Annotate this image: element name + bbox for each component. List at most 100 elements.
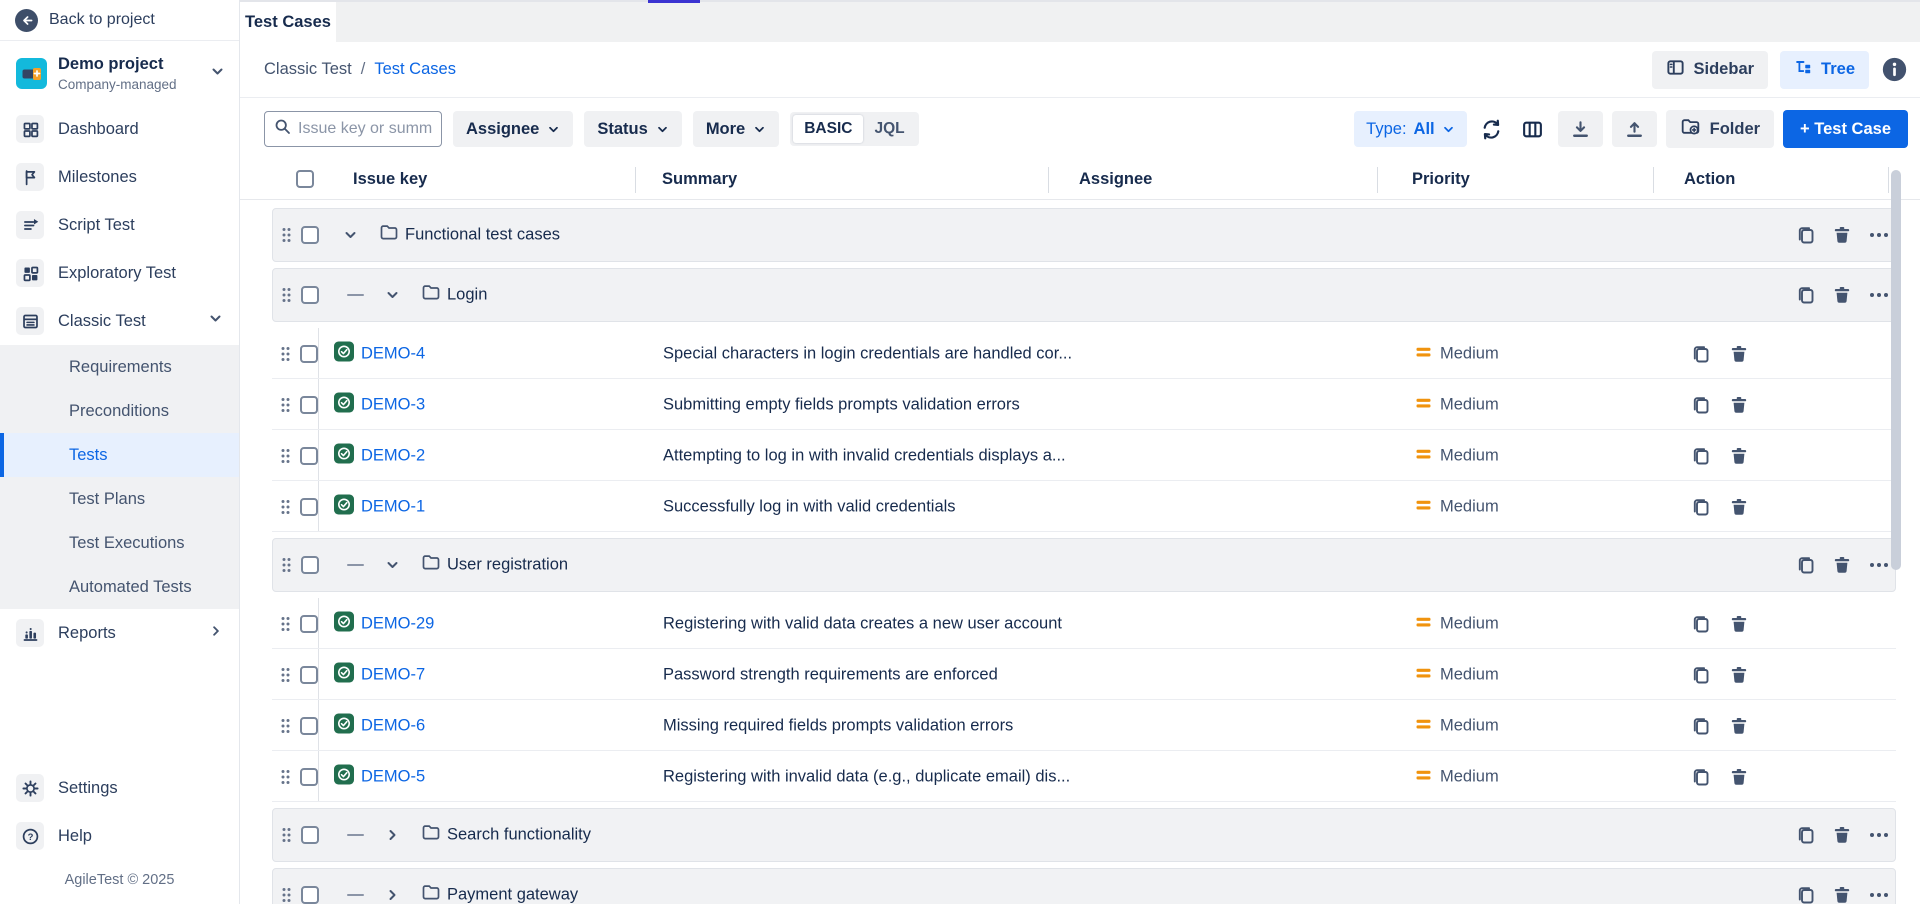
- column-divider[interactable]: [1653, 167, 1654, 193]
- columns-button[interactable]: [1517, 112, 1549, 146]
- row-checkbox[interactable]: [300, 615, 318, 633]
- expand-chevron-icon[interactable]: [385, 828, 400, 843]
- more-filter-dropdown[interactable]: More: [693, 111, 779, 147]
- project-switcher[interactable]: Demo project Company-managed: [0, 41, 239, 105]
- sidebar-item-requirements[interactable]: Requirements: [0, 345, 239, 389]
- copy-icon[interactable]: [1690, 766, 1712, 788]
- expand-chevron-icon[interactable]: [385, 558, 400, 573]
- trash-icon[interactable]: [1728, 664, 1750, 686]
- expand-chevron-icon[interactable]: [385, 888, 400, 903]
- row-checkbox[interactable]: [300, 666, 318, 684]
- trash-icon[interactable]: [1831, 284, 1853, 306]
- breadcrumb-parent[interactable]: Classic Test: [264, 60, 352, 79]
- column-divider[interactable]: [1888, 167, 1889, 193]
- copy-icon[interactable]: [1690, 613, 1712, 635]
- sidebar-item-tests[interactable]: Tests: [0, 433, 239, 477]
- copy-icon[interactable]: [1795, 554, 1817, 576]
- sidebar-item-reports[interactable]: Reports: [0, 609, 239, 657]
- drag-handle-icon[interactable]: [281, 887, 292, 904]
- jql-mode-button[interactable]: JQL: [863, 115, 915, 143]
- copy-icon[interactable]: [1690, 343, 1712, 365]
- more-ellipsis-icon[interactable]: [1867, 824, 1891, 846]
- sidebar-toggle-button[interactable]: Sidebar: [1652, 51, 1769, 89]
- drag-handle-icon[interactable]: [280, 768, 291, 785]
- copy-icon[interactable]: [1690, 496, 1712, 518]
- row-checkbox[interactable]: [301, 826, 319, 844]
- row-checkbox[interactable]: [300, 498, 318, 516]
- sidebar-item-dashboard[interactable]: Dashboard: [0, 105, 239, 153]
- drag-handle-icon[interactable]: [280, 498, 291, 515]
- tree-view-button[interactable]: Tree: [1780, 51, 1869, 89]
- drag-handle-icon[interactable]: [280, 717, 291, 734]
- issue-key-link[interactable]: DEMO-5: [361, 767, 425, 786]
- info-button[interactable]: [1881, 56, 1908, 83]
- assignee-filter-dropdown[interactable]: Assignee: [453, 111, 573, 147]
- issue-key-link[interactable]: DEMO-3: [361, 395, 425, 414]
- drag-handle-icon[interactable]: [281, 287, 292, 304]
- row-checkbox[interactable]: [300, 717, 318, 735]
- drag-handle-icon[interactable]: [281, 557, 292, 574]
- trash-icon[interactable]: [1728, 613, 1750, 635]
- folder-row[interactable]: Functional test cases: [272, 208, 1896, 262]
- vertical-scrollbar[interactable]: [1891, 170, 1901, 570]
- trash-icon[interactable]: [1728, 343, 1750, 365]
- folder-row[interactable]: Login: [272, 268, 1896, 322]
- column-divider[interactable]: [1048, 167, 1049, 193]
- sidebar-item-exploratory-test[interactable]: Exploratory Test: [0, 249, 239, 297]
- basic-mode-button[interactable]: BASIC: [793, 115, 863, 143]
- expand-chevron-icon[interactable]: [385, 288, 400, 303]
- trash-icon[interactable]: [1831, 884, 1853, 904]
- trash-icon[interactable]: [1728, 445, 1750, 467]
- issue-key-link[interactable]: DEMO-1: [361, 497, 425, 516]
- sidebar-item-milestones[interactable]: Milestones: [0, 153, 239, 201]
- row-checkbox[interactable]: [301, 886, 319, 904]
- sidebar-item-classic-test[interactable]: Classic Test: [0, 297, 239, 345]
- copy-icon[interactable]: [1795, 224, 1817, 246]
- row-checkbox[interactable]: [300, 768, 318, 786]
- search-input[interactable]: [298, 120, 432, 138]
- row-checkbox[interactable]: [301, 556, 319, 574]
- add-test-case-button[interactable]: + Test Case: [1783, 110, 1908, 148]
- trash-icon[interactable]: [1728, 766, 1750, 788]
- drag-handle-icon[interactable]: [280, 345, 291, 362]
- trash-icon[interactable]: [1728, 715, 1750, 737]
- issue-key-link[interactable]: DEMO-4: [361, 344, 425, 363]
- import-download-button[interactable]: [1558, 111, 1603, 147]
- copy-icon[interactable]: [1795, 824, 1817, 846]
- trash-icon[interactable]: [1728, 394, 1750, 416]
- more-ellipsis-icon[interactable]: [1867, 554, 1891, 576]
- more-ellipsis-icon[interactable]: [1867, 224, 1891, 246]
- issue-key-link[interactable]: DEMO-29: [361, 614, 434, 633]
- sidebar-item-preconditions[interactable]: Preconditions: [0, 389, 239, 433]
- issue-key-link[interactable]: DEMO-7: [361, 665, 425, 684]
- sidebar-item-settings[interactable]: Settings: [0, 764, 239, 812]
- sidebar-item-script-test[interactable]: Script Test: [0, 201, 239, 249]
- row-checkbox[interactable]: [300, 396, 318, 414]
- drag-handle-icon[interactable]: [280, 666, 291, 683]
- copy-icon[interactable]: [1795, 284, 1817, 306]
- row-checkbox[interactable]: [300, 345, 318, 363]
- trash-icon[interactable]: [1831, 824, 1853, 846]
- add-folder-button[interactable]: Folder: [1666, 110, 1774, 148]
- more-ellipsis-icon[interactable]: [1867, 284, 1891, 306]
- row-checkbox[interactable]: [301, 226, 319, 244]
- copy-icon[interactable]: [1690, 715, 1712, 737]
- column-divider[interactable]: [635, 167, 636, 193]
- more-ellipsis-icon[interactable]: [1867, 884, 1891, 904]
- row-checkbox[interactable]: [301, 286, 319, 304]
- copy-icon[interactable]: [1690, 445, 1712, 467]
- drag-handle-icon[interactable]: [281, 227, 292, 244]
- expand-chevron-icon[interactable]: [343, 228, 358, 243]
- column-divider[interactable]: [1377, 167, 1378, 193]
- breadcrumb-current[interactable]: Test Cases: [374, 60, 456, 79]
- copy-icon[interactable]: [1690, 664, 1712, 686]
- copy-icon[interactable]: [1795, 884, 1817, 904]
- sidebar-item-automated-tests[interactable]: Automated Tests: [0, 565, 239, 609]
- trash-icon[interactable]: [1831, 554, 1853, 576]
- folder-row[interactable]: Search functionality: [272, 808, 1896, 862]
- select-all-checkbox[interactable]: [296, 170, 314, 188]
- export-upload-button[interactable]: [1612, 111, 1657, 147]
- sidebar-item-help[interactable]: ? Help: [0, 812, 239, 860]
- folder-row[interactable]: Payment gateway: [272, 868, 1896, 904]
- type-filter-dropdown[interactable]: Type: All: [1354, 111, 1466, 147]
